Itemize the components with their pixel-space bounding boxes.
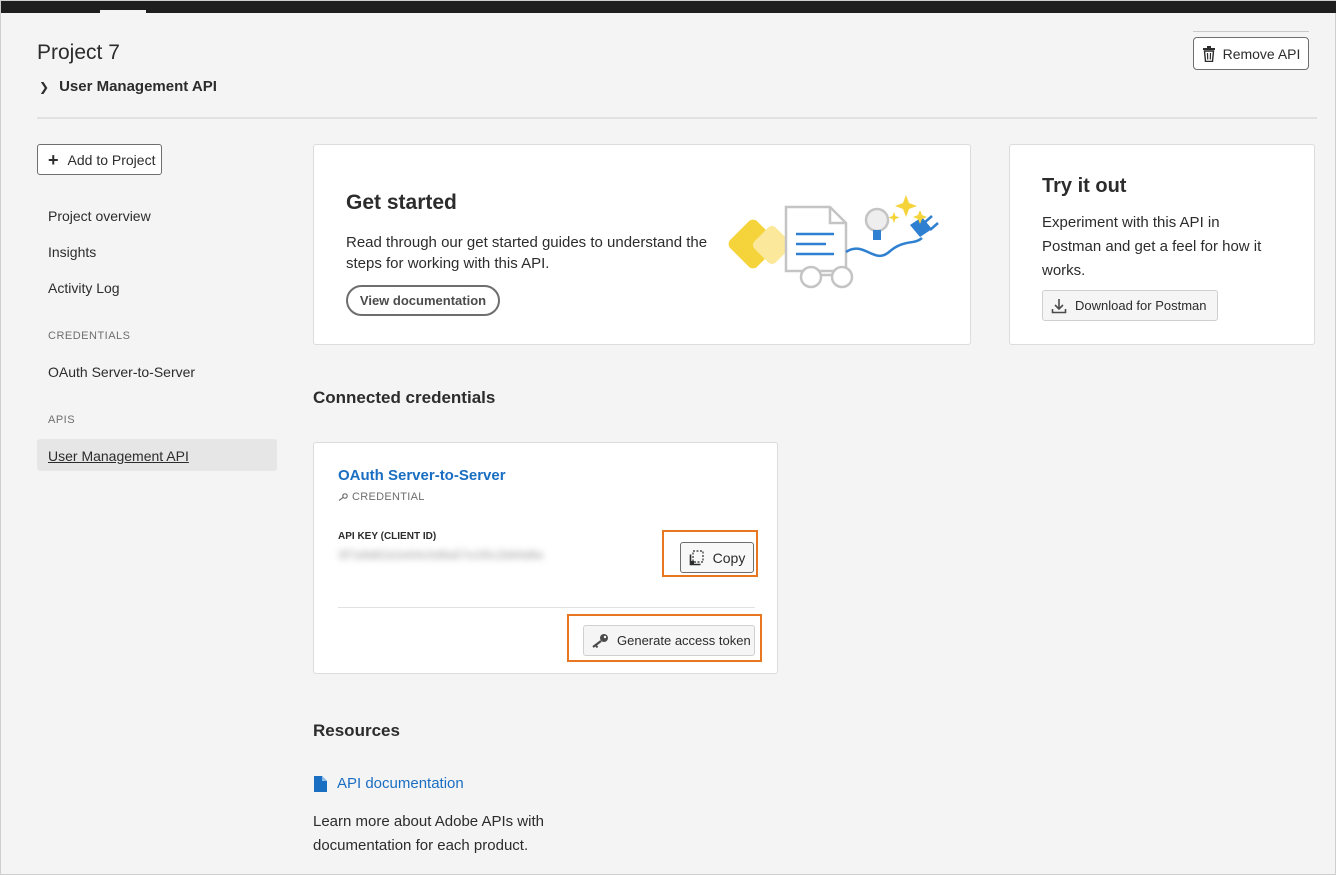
resources-heading: Resources <box>313 721 400 740</box>
api-documentation-label[interactable]: API documentation <box>337 775 464 792</box>
trash-icon <box>1202 45 1215 62</box>
sidebar-item-project-overview[interactable]: Project overview <box>48 208 151 224</box>
api-key-label: API KEY (CLIENT ID) <box>338 531 437 542</box>
breadcrumb-label: User Management API <box>59 78 217 95</box>
credential-card: OAuth Server-to-Server CREDENTIAL API KE… <box>313 442 778 674</box>
header-divider <box>37 117 1317 119</box>
document-icon <box>314 775 327 792</box>
sidebar-item-activity-log[interactable]: Activity Log <box>48 280 120 296</box>
download-icon <box>1051 298 1067 313</box>
copy-icon <box>689 549 704 565</box>
key-icon <box>592 633 608 648</box>
api-key-value: 3f7a9d81b2e64c0d9a57e1f0c2b84d6e <box>338 548 544 562</box>
chevron-right-icon[interactable]: ❯ <box>39 80 49 94</box>
plus-icon: + <box>48 149 59 170</box>
get-started-illustration <box>728 195 939 289</box>
add-to-project-button[interactable]: + Add to Project <box>37 144 162 175</box>
key-icon <box>338 493 348 501</box>
get-started-description: Read through our get started guides to u… <box>346 234 708 272</box>
copy-highlight-box: Copy <box>662 530 758 577</box>
connected-credentials-heading: Connected credentials <box>313 388 496 407</box>
active-tab-indicator <box>100 10 146 13</box>
remove-api-container: Remove API <box>1193 31 1309 70</box>
remove-api-button[interactable]: Remove API <box>1193 37 1309 70</box>
try-it-out-title: Try it out <box>1042 175 1127 197</box>
sidebar-item-oauth-server-to-server[interactable]: OAuth Server-to-Server <box>48 364 195 380</box>
credential-divider <box>338 607 755 608</box>
sidebar-section-credentials: CREDENTIALS <box>48 330 131 342</box>
api-documentation-link[interactable]: API documentation <box>314 775 464 792</box>
token-highlight-box: Generate access token <box>567 614 762 662</box>
breadcrumb[interactable]: ❯ User Management API <box>39 78 217 95</box>
sidebar-item-user-management-api-label[interactable]: User Management API <box>48 448 189 464</box>
credential-type-label: CREDENTIAL <box>352 491 425 503</box>
remove-api-label: Remove API <box>1222 45 1301 62</box>
credential-title-link[interactable]: OAuth Server-to-Server <box>338 467 506 484</box>
resources-description: Learn more about Adobe APIs with documen… <box>313 813 544 854</box>
top-navigation-bar <box>1 1 1336 13</box>
sidebar-section-apis: APIS <box>48 414 76 426</box>
generate-access-token-button[interactable]: Generate access token <box>583 625 755 656</box>
copy-label: Copy <box>712 549 746 566</box>
try-it-out-card: Try it out Experiment with this API in P… <box>1009 144 1315 345</box>
download-for-postman-button[interactable]: Download for Postman <box>1042 290 1218 321</box>
add-to-project-label: Add to Project <box>67 151 156 168</box>
try-it-out-description: Experiment with this API in Postman and … <box>1042 214 1262 279</box>
view-documentation-button[interactable]: View documentation <box>346 285 500 316</box>
get-started-card: Get started Read through our get started… <box>313 144 971 345</box>
copy-button[interactable]: Copy <box>680 542 754 573</box>
credential-type: CREDENTIAL <box>338 491 425 503</box>
page-title: Project 7 <box>37 41 120 64</box>
sidebar-item-insights[interactable]: Insights <box>48 244 96 260</box>
download-for-postman-label: Download for Postman <box>1075 298 1207 313</box>
get-started-title: Get started <box>346 191 457 214</box>
generate-access-token-label: Generate access token <box>617 633 751 648</box>
